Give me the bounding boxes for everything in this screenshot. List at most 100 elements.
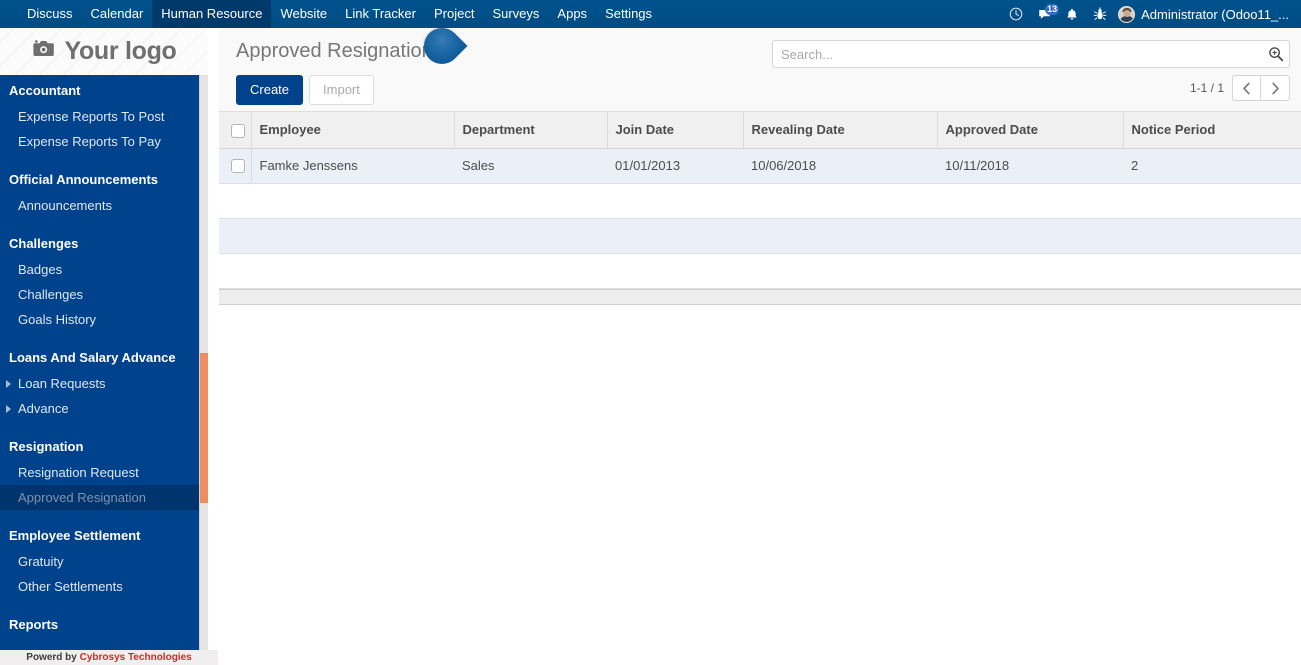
cell-notice-period: 2 bbox=[1123, 148, 1301, 184]
table-header: Employee Department Join Date Revealing … bbox=[219, 112, 1301, 149]
empty-cell bbox=[219, 183, 1301, 219]
sidebar-item-expense-reports-to-pay[interactable]: Expense Reports To Pay bbox=[0, 129, 208, 154]
column-header-notice-period[interactable]: Notice Period bbox=[1123, 112, 1301, 149]
menu-item-website[interactable]: Website bbox=[271, 0, 336, 28]
menu-section-challenges: Challenges bbox=[9, 236, 79, 251]
cell-join-date: 01/01/2013 bbox=[607, 148, 743, 184]
column-header-join-date[interactable]: Join Date bbox=[607, 112, 744, 149]
table-footer-strip bbox=[219, 288, 1301, 305]
sidebar-item-challenges[interactable]: Challenges bbox=[0, 282, 208, 307]
menu-item-human-resource[interactable]: Human Resource bbox=[152, 0, 272, 28]
search-input[interactable] bbox=[773, 41, 1263, 67]
menu-item-discuss[interactable]: Discuss bbox=[18, 0, 82, 28]
menu-item-project[interactable]: Project bbox=[425, 0, 483, 28]
list-view: Employee Department Join Date Revealing … bbox=[219, 112, 1301, 305]
systray: 13 Administrator (Odoo11_... bbox=[1002, 0, 1301, 28]
column-header-department[interactable]: Department bbox=[454, 112, 608, 149]
column-header-approved-date[interactable]: Approved Date bbox=[937, 112, 1124, 149]
cell-revealing-date: 10/06/2018 bbox=[743, 148, 937, 184]
menu-item-surveys[interactable]: Surveys bbox=[483, 0, 548, 28]
search-icon[interactable] bbox=[1263, 41, 1289, 67]
sidebar-footer: Powerd by Cybrosys Technologies bbox=[0, 650, 218, 665]
cell-employee: Famke Jenssens bbox=[251, 148, 454, 184]
sidebar-item-resignation-request[interactable]: Resignation Request bbox=[0, 460, 208, 485]
footer-brand: Cybrosys Technologies bbox=[79, 652, 192, 663]
pager-next-button[interactable] bbox=[1261, 75, 1290, 101]
select-all-header bbox=[219, 112, 252, 149]
search-bar bbox=[772, 40, 1290, 68]
menu-item-link-tracker[interactable]: Link Tracker bbox=[336, 0, 425, 28]
table-body: Famke Jenssens Sales 01/01/2013 10/06/20… bbox=[219, 148, 1301, 289]
column-header-employee[interactable]: Employee bbox=[251, 112, 455, 149]
select-all-checkbox[interactable] bbox=[231, 123, 245, 138]
sidebar-item-badges[interactable]: Badges bbox=[0, 257, 208, 282]
sidebar-menu: Accountant Expense Reports To Post Expense… bbox=[0, 75, 208, 653]
empty-cell bbox=[219, 218, 1301, 254]
import-button[interactable]: Import bbox=[309, 75, 374, 105]
column-header-revealing-date[interactable]: Revealing Date bbox=[743, 112, 938, 149]
pager-previous-button[interactable] bbox=[1232, 75, 1261, 101]
table-row[interactable]: Famke Jenssens Sales 01/01/2013 10/06/20… bbox=[219, 148, 1301, 184]
row-select-cell bbox=[219, 148, 252, 184]
empty-row bbox=[219, 253, 1301, 289]
sidebar-item-label: Announcements bbox=[18, 198, 112, 213]
menu-group: Challenges Badges Challenges Goals History bbox=[0, 228, 208, 342]
sidebar-item-advance[interactable]: Advance bbox=[0, 396, 208, 421]
empty-cell bbox=[219, 253, 1301, 289]
bell-icon[interactable] bbox=[1058, 0, 1086, 28]
main-content: Approved Resignation Create Import 1-1 /… bbox=[219, 28, 1301, 665]
sidebar-item-label: Resignation Request bbox=[18, 465, 139, 480]
sidebar-item-other-settlements[interactable]: Other Settlements bbox=[0, 574, 208, 599]
menu-group: Employee Settlement Gratuity Other Settlem… bbox=[0, 520, 208, 609]
sidebar: Your logo Accountant Expense Reports To P… bbox=[0, 28, 208, 665]
messages-count-badge: 13 bbox=[1045, 4, 1060, 15]
sidebar-item-label: Challenges bbox=[18, 287, 84, 302]
sidebar-item-gratuity[interactable]: Gratuity bbox=[0, 549, 208, 574]
menu-item-settings[interactable]: Settings bbox=[596, 0, 661, 28]
sidebar-item-announcements[interactable]: Announcements bbox=[0, 193, 208, 218]
menu-section-reports: Reports bbox=[9, 617, 59, 632]
sidebar-item-label: Expense Reports To Pay bbox=[18, 134, 161, 149]
page-title: Approved Resignation bbox=[236, 40, 433, 62]
bug-icon[interactable] bbox=[1086, 0, 1114, 28]
control-panel: Approved Resignation Create Import 1-1 /… bbox=[219, 28, 1301, 112]
user-name-label: Administrator (Odoo11_... bbox=[1141, 6, 1289, 22]
menu-item-apps[interactable]: Apps bbox=[548, 0, 596, 28]
row-checkbox[interactable] bbox=[231, 159, 245, 174]
action-buttons: Create Import bbox=[236, 75, 374, 105]
sidebar-item-label: Badges bbox=[18, 262, 63, 277]
sidebar-item-goals-history[interactable]: Goals History bbox=[0, 307, 208, 332]
sidebar-item-label: Expense Reports To Post bbox=[18, 109, 165, 124]
footer-prefix: Powerd by bbox=[26, 652, 80, 663]
cell-approved-date: 10/11/2018 bbox=[937, 148, 1123, 184]
main-menu-bar: Discuss Calendar Human Resource Website Link… bbox=[18, 0, 661, 28]
pager: 1-1 / 1 bbox=[1190, 75, 1290, 101]
user-menu[interactable]: Administrator (Odoo11_... bbox=[1114, 5, 1295, 23]
logo-text: Your logo bbox=[64, 37, 177, 65]
logo-placeholder[interactable]: Your logo bbox=[0, 28, 208, 75]
clock-icon[interactable] bbox=[1002, 0, 1030, 28]
empty-row bbox=[219, 218, 1301, 254]
menu-section-accountant: Accountant bbox=[9, 83, 81, 98]
sidebar-item-approved-resignation[interactable]: Approved Resignation bbox=[0, 485, 208, 510]
avatar bbox=[1118, 5, 1136, 23]
sidebar-scrollbar-thumb[interactable] bbox=[200, 353, 208, 503]
sidebar-item-loan-requests[interactable]: Loan Requests bbox=[0, 371, 208, 396]
menu-item-calendar[interactable]: Calendar bbox=[82, 0, 153, 28]
caret-right-icon bbox=[6, 379, 11, 388]
menu-section-loans-and-salary-advance: Loans And Salary Advance bbox=[9, 350, 176, 365]
sidebar-item-expense-reports-to-post[interactable]: Expense Reports To Post bbox=[0, 104, 208, 129]
menu-section-employee-settlement: Employee Settlement bbox=[9, 528, 141, 543]
messages-icon[interactable]: 13 bbox=[1030, 0, 1060, 28]
empty-row bbox=[219, 183, 1301, 219]
menu-group: Loans And Salary Advance Loan Requests Adv… bbox=[0, 342, 208, 431]
records-table: Employee Department Join Date Revealing … bbox=[219, 112, 1301, 289]
sidebar-item-label: Loan Requests bbox=[18, 376, 106, 391]
sidebar-item-label: Approved Resignation bbox=[18, 490, 146, 505]
table-header-row: Employee Department Join Date Revealing … bbox=[219, 112, 1301, 149]
caret-right-icon bbox=[6, 404, 11, 413]
create-button[interactable]: Create bbox=[236, 75, 304, 105]
top-navbar: Discuss Calendar Human Resource Website Link… bbox=[0, 0, 1301, 28]
menu-section-resignation: Resignation bbox=[9, 439, 84, 454]
menu-group: Reports bbox=[0, 609, 208, 648]
